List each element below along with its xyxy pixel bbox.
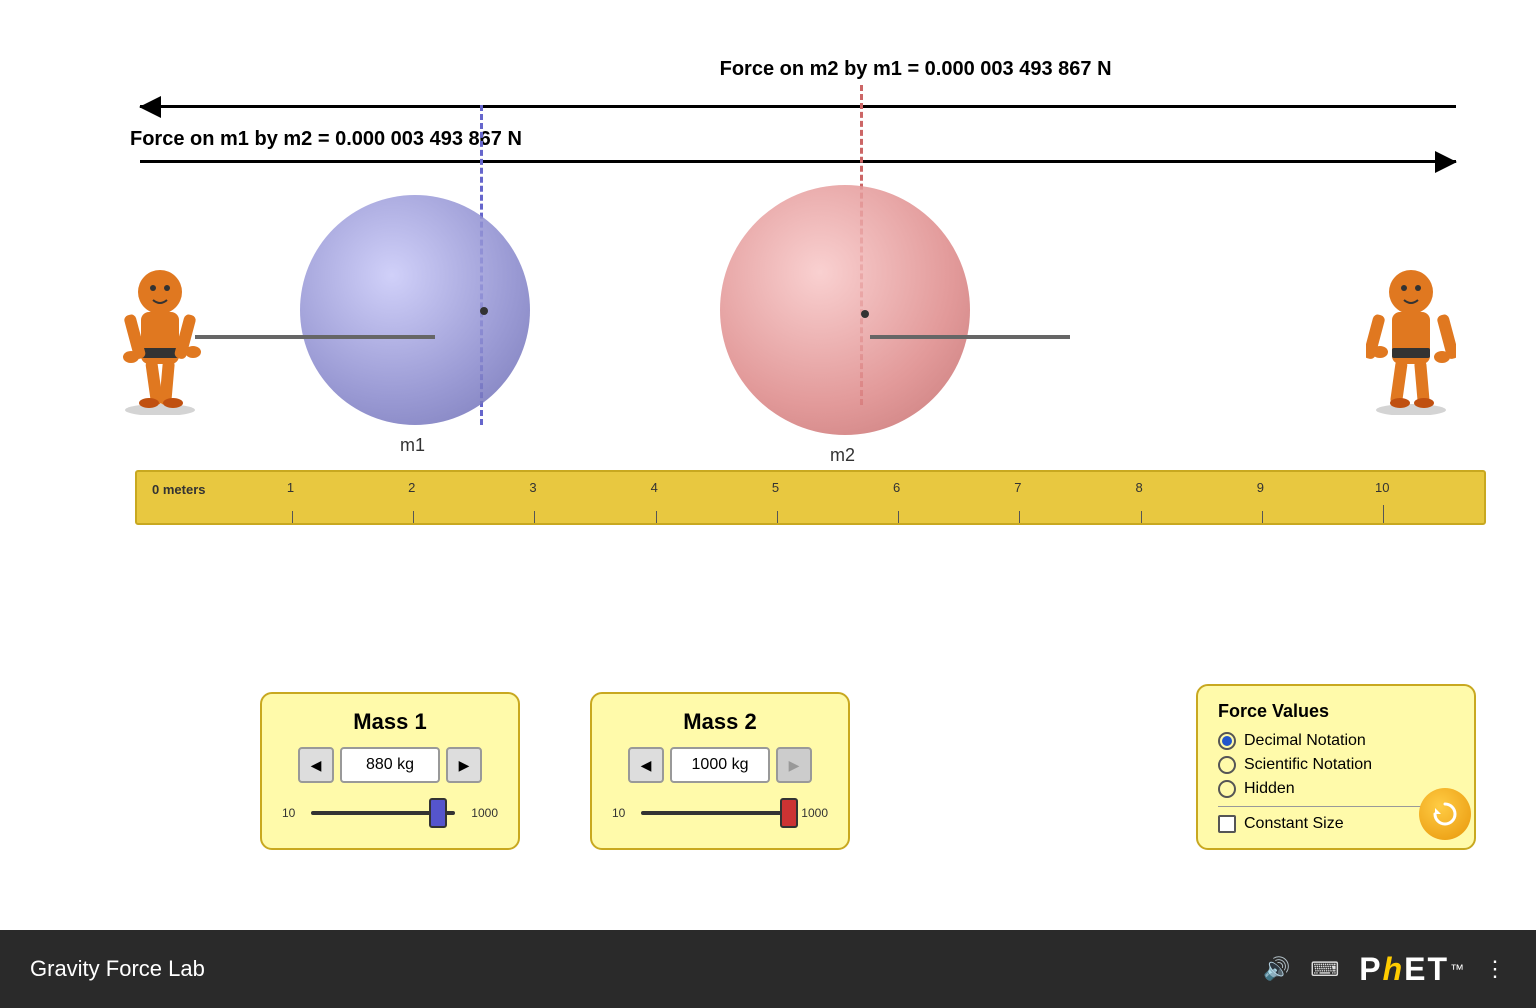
phet-logo[interactable]: P h E T ™ [1359, 951, 1464, 988]
radio-hidden-icon[interactable] [1218, 780, 1236, 798]
ruler-num-1: 1 [287, 480, 294, 495]
phet-tm: ™ [1450, 961, 1464, 977]
mass1-input[interactable] [340, 747, 440, 783]
radio-scientific-icon[interactable] [1218, 756, 1236, 774]
mass1-slider-track[interactable] [311, 811, 455, 815]
ruler-num-5: 5 [772, 480, 779, 495]
ruler-tick-6 [898, 511, 899, 523]
bottom-icons: 🔊 ⌨ P h E T ™ ⋮ [1263, 951, 1506, 988]
mass1-title: Mass 1 [282, 709, 498, 735]
simulation-area: Force on m2 by m1 = 0.000 003 493 867 N … [0, 0, 1536, 930]
ruler-num-8: 8 [1136, 480, 1143, 495]
radio-decimal[interactable]: Decimal Notation [1218, 732, 1454, 750]
ruler-num-9: 9 [1257, 480, 1264, 495]
rod-left [195, 335, 435, 339]
ruler-tick-9 [1262, 511, 1263, 523]
mass2-panel: Mass 2 ◀ ▶ 10 1000 [590, 692, 850, 850]
center-dot-m2 [861, 310, 869, 318]
center-dot-m1 [480, 307, 488, 315]
mass2-slider-thumb[interactable] [780, 798, 798, 828]
force-arrow-top [140, 105, 1456, 108]
mass2-input[interactable] [670, 747, 770, 783]
sphere-m2[interactable] [720, 185, 970, 435]
mass2-title: Mass 2 [612, 709, 828, 735]
mass2-max-label: 1000 [801, 806, 828, 820]
refresh-icon [1431, 800, 1459, 828]
bottom-bar: Gravity Force Lab 🔊 ⌨ P h E T ™ ⋮ [0, 930, 1536, 1008]
ruler-num-3: 3 [529, 480, 536, 495]
refresh-button[interactable] [1419, 788, 1471, 840]
ruler-num-7: 7 [1014, 480, 1021, 495]
radio-hidden[interactable]: Hidden [1218, 780, 1454, 798]
radio-scientific[interactable]: Scientific Notation [1218, 756, 1454, 774]
mass2-min-label: 10 [612, 806, 625, 820]
phet-p-letter: P [1359, 951, 1380, 988]
mass1-min-label: 10 [282, 806, 295, 820]
force-values-title: Force Values [1218, 701, 1454, 722]
force-arrows-container: Force on m2 by m1 = 0.000 003 493 867 N … [130, 50, 1466, 190]
ruler-label-0: 0 meters [152, 482, 205, 497]
mass1-control-row: ◀ ▶ [282, 747, 498, 783]
ruler-inner: 0 meters 1 2 3 4 5 6 7 8 9 10 [137, 472, 1484, 523]
arrowhead-right [1435, 151, 1457, 173]
ruler-tick-7 [1019, 511, 1020, 523]
mass1-increment-button[interactable]: ▶ [446, 747, 482, 783]
ruler-tick-1 [292, 511, 293, 523]
constant-size-checkbox[interactable] [1218, 815, 1236, 833]
keyboard-icon[interactable]: ⌨ [1310, 957, 1339, 982]
ruler-num-6: 6 [893, 480, 900, 495]
sphere-m1[interactable] [300, 195, 530, 425]
mass1-decrement-button[interactable]: ◀ [298, 747, 334, 783]
app-title: Gravity Force Lab [30, 956, 205, 982]
force-m1-label: Force on m1 by m2 = 0.000 003 493 867 N [130, 128, 522, 151]
ruler-tick-8 [1141, 511, 1142, 523]
figure-left [115, 260, 215, 420]
mass1-max-label: 1000 [471, 806, 498, 820]
mass2-control-row: ◀ ▶ [612, 747, 828, 783]
ruler-tick-10 [1383, 505, 1384, 523]
figure-right [1366, 260, 1466, 420]
radio-scientific-label: Scientific Notation [1244, 756, 1372, 774]
mass-label-m1: m1 [400, 435, 425, 456]
ruler-num-2: 2 [408, 480, 415, 495]
ruler-num-4: 4 [651, 480, 658, 495]
phet-h-letter: h [1383, 951, 1403, 988]
radio-decimal-label: Decimal Notation [1244, 732, 1366, 750]
phet-t-letter: T [1427, 951, 1447, 988]
divider [1218, 806, 1454, 807]
sound-icon[interactable]: 🔊 [1263, 956, 1290, 982]
ruler: 0 meters 1 2 3 4 5 6 7 8 9 10 [135, 470, 1486, 525]
ruler-tick-5 [777, 511, 778, 523]
mass2-increment-button[interactable]: ▶ [776, 747, 812, 783]
mass1-slider-track-container [303, 793, 463, 833]
mass-label-m2: m2 [830, 445, 855, 466]
ruler-num-10: 10 [1375, 480, 1389, 495]
mass1-panel: Mass 1 ◀ ▶ 10 1000 [260, 692, 520, 850]
force-m2-label: Force on m2 by m1 = 0.000 003 493 867 N [720, 58, 1112, 81]
ruler-tick-2 [413, 511, 414, 523]
ruler-tick-4 [656, 511, 657, 523]
mass2-slider-track[interactable] [641, 811, 785, 815]
radio-hidden-label: Hidden [1244, 780, 1295, 798]
phet-e-letter: E [1404, 951, 1425, 988]
ruler-tick-3 [534, 511, 535, 523]
mass2-slider-track-container [633, 793, 793, 833]
mass2-slider-row: 10 1000 [612, 793, 828, 833]
force-arrow-bottom [140, 160, 1456, 163]
mass1-slider-row: 10 1000 [282, 793, 498, 833]
constant-size-label: Constant Size [1244, 815, 1344, 833]
mass1-slider-thumb[interactable] [429, 798, 447, 828]
mass2-decrement-button[interactable]: ◀ [628, 747, 664, 783]
more-options-icon[interactable]: ⋮ [1484, 956, 1506, 982]
arrowhead-left [139, 96, 161, 118]
radio-decimal-icon[interactable] [1218, 732, 1236, 750]
rod-right [870, 335, 1070, 339]
